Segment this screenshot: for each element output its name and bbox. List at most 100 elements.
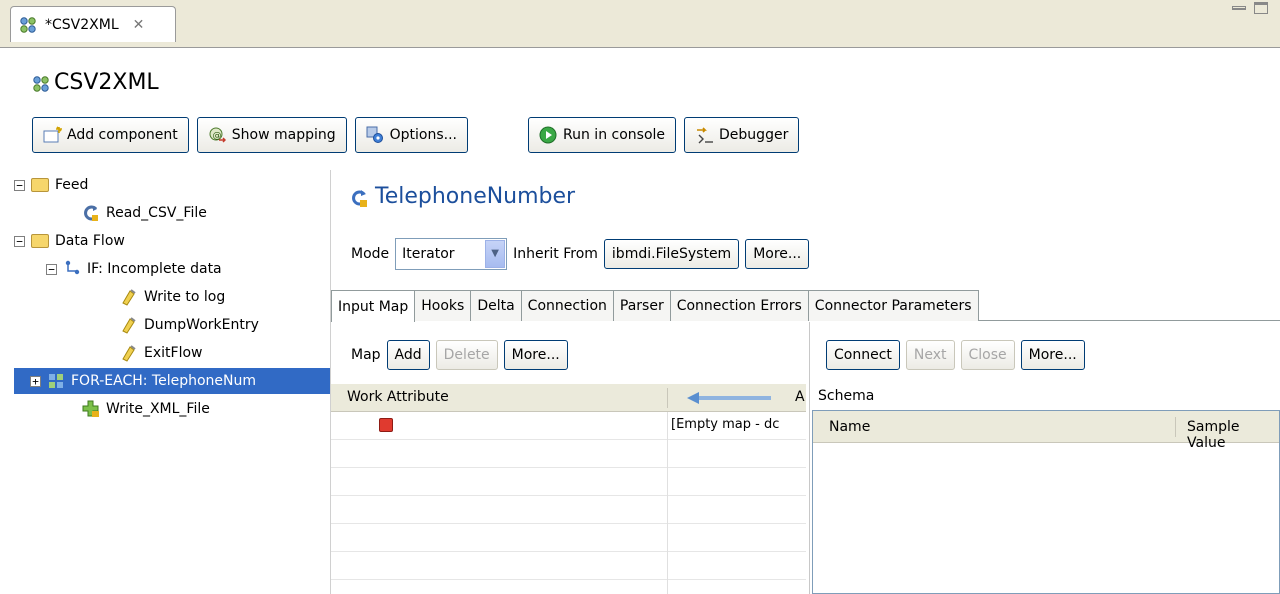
tab-connection-errors[interactable]: Connection Errors — [669, 290, 809, 321]
component-title: TelephoneNumber — [349, 184, 575, 209]
script-icon — [120, 288, 138, 306]
show-mapping-label: Show mapping — [231, 127, 336, 143]
col-sample-value[interactable]: Sample Value — [1187, 419, 1279, 451]
tab-connection[interactable]: Connection — [520, 290, 614, 321]
map-label: Map — [351, 347, 381, 363]
col-work-attribute[interactable]: Work Attribute — [347, 389, 449, 405]
expand-icon[interactable]: + — [30, 375, 41, 387]
more-button[interactable]: More... — [745, 239, 810, 269]
tree-node-read-csv[interactable]: Read_CSV_File — [82, 200, 207, 226]
inherit-from-label: Inherit From — [513, 246, 598, 262]
branch-icon — [63, 260, 81, 278]
schema-table-header: Name Sample Value — [813, 411, 1279, 451]
tree-node-dump-work-entry[interactable]: DumpWorkEntry — [120, 312, 259, 338]
loop-icon — [47, 372, 65, 390]
tree-node-exit-flow[interactable]: ExitFlow — [120, 340, 202, 366]
mode-row: Mode Iterator ▼ Inherit From ibmdi.FileS… — [351, 238, 810, 270]
folder-open-icon — [31, 234, 49, 248]
page-title: CSV2XML — [32, 70, 159, 95]
tree-node-for-each[interactable]: + FOR-EACH: TelephoneNum — [14, 368, 330, 394]
run-in-console-button[interactable]: Run in console — [528, 117, 677, 153]
mode-select[interactable]: Iterator ▼ — [395, 238, 508, 270]
tree-label: Write to log — [144, 289, 226, 305]
tree-node-write-xml[interactable]: Write_XML_File — [82, 396, 210, 422]
assembly-line-icon — [19, 16, 37, 34]
assembly-line-icon — [32, 74, 50, 92]
debugger-icon — [695, 126, 714, 144]
tab-hooks[interactable]: Hooks — [414, 290, 472, 321]
show-mapping-button[interactable]: @ Show mapping — [196, 117, 347, 153]
schema-toolbar: Connect Next Close More... — [826, 340, 1085, 370]
tree-label: ExitFlow — [144, 345, 203, 361]
schema-label: Schema — [818, 388, 875, 404]
connector-add-icon — [82, 400, 100, 418]
add-component-label: Add component — [67, 127, 178, 143]
map-table-body: [Empty map - dc — [331, 412, 806, 594]
tree-node-feed[interactable]: − Feed — [14, 172, 88, 198]
add-component-button[interactable]: Add component — [32, 117, 189, 153]
map-more-button[interactable]: More... — [503, 340, 568, 370]
chevron-down-icon[interactable]: ▼ — [485, 240, 506, 268]
editor-tab-bar: *CSV2XML ✕ — [0, 0, 1280, 48]
table-row[interactable] — [331, 496, 806, 524]
column-divider — [667, 412, 668, 594]
tab-parser[interactable]: Parser — [612, 290, 671, 321]
tree-label: IF: Incomplete data — [87, 261, 222, 277]
tree-label: Data Flow — [55, 233, 125, 249]
schema-table: Name Sample Value — [812, 410, 1280, 594]
close-icon[interactable]: ✕ — [133, 17, 145, 33]
add-component-icon — [43, 126, 62, 144]
table-row[interactable] — [331, 440, 806, 468]
table-row[interactable] — [331, 524, 806, 552]
component-editor: TelephoneNumber Mode Iterator ▼ Inherit … — [330, 170, 1280, 594]
input-map-pane: Map Add Delete More... Work Attribute A … — [331, 322, 806, 594]
options-button[interactable]: Options... — [354, 117, 469, 153]
col-name[interactable]: Name — [829, 419, 870, 435]
table-row[interactable]: [Empty map - dc — [331, 412, 806, 440]
add-button[interactable]: Add — [386, 340, 430, 370]
main-toolbar: Add component @ Show mapping Options... … — [32, 117, 800, 153]
col-assignment[interactable]: A — [795, 389, 805, 405]
tree-label: DumpWorkEntry — [144, 317, 259, 333]
script-icon — [120, 344, 138, 362]
collapse-icon[interactable]: − — [14, 179, 25, 191]
delete-button[interactable]: Delete — [435, 340, 498, 370]
tree-label: Read_CSV_File — [106, 205, 207, 221]
arrow-left-icon — [687, 390, 771, 406]
options-gear-icon — [366, 126, 384, 144]
collapse-icon[interactable]: − — [14, 235, 25, 247]
assembly-line-tree: − Feed Read_CSV_File − Data Flow − IF: I… — [10, 170, 330, 594]
minimize-icon[interactable] — [1232, 6, 1246, 10]
component-tabs: Input Map Hooks Delta Connection Parser … — [331, 290, 1280, 322]
tree-node-if[interactable]: − IF: Incomplete data — [46, 256, 222, 282]
tree-label: FOR-EACH: TelephoneNum — [71, 373, 257, 389]
tab-connector-parameters[interactable]: Connector Parameters — [807, 290, 979, 321]
column-divider — [667, 388, 668, 408]
table-row[interactable] — [331, 552, 806, 580]
map-table-header: Work Attribute A — [331, 384, 806, 412]
run-in-console-label: Run in console — [563, 127, 666, 143]
debugger-button[interactable]: Debugger — [684, 117, 800, 153]
editor-tab-label: *CSV2XML — [45, 16, 119, 33]
column-divider — [1175, 417, 1176, 437]
title-text: CSV2XML — [54, 70, 159, 95]
close-button[interactable]: Close — [960, 340, 1015, 370]
tree-label: Write_XML_File — [106, 401, 210, 417]
tree-node-write-to-log[interactable]: Write to log — [120, 284, 225, 310]
debugger-label: Debugger — [719, 127, 789, 143]
editor-tab-csv2xml[interactable]: *CSV2XML ✕ — [10, 6, 176, 42]
tab-input-map[interactable]: Input Map — [331, 290, 416, 322]
connect-button[interactable]: Connect — [826, 340, 900, 370]
next-button[interactable]: Next — [905, 340, 955, 370]
inherit-from-button[interactable]: ibmdi.FileSystem — [603, 239, 740, 269]
editor-header: CSV2XML Add component @ Show mapping Opt… — [0, 48, 1280, 170]
mode-value: Iterator — [402, 246, 455, 262]
tab-delta[interactable]: Delta — [470, 290, 522, 321]
table-row[interactable] — [331, 468, 806, 496]
collapse-icon[interactable]: − — [46, 263, 57, 275]
iterator-icon — [349, 188, 367, 207]
maximize-icon[interactable] — [1254, 2, 1268, 14]
tree-node-data-flow[interactable]: − Data Flow — [14, 228, 125, 254]
schema-more-button[interactable]: More... — [1020, 340, 1085, 370]
script-icon — [120, 316, 138, 334]
